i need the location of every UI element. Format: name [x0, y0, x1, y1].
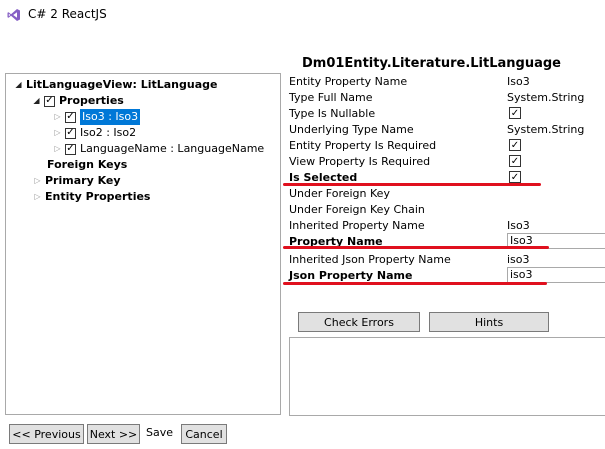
label-inherited-json-property-name: Inherited Json Property Name	[289, 253, 451, 266]
label-under-foreign-key-chain: Under Foreign Key Chain	[289, 203, 425, 216]
label-view-property-required: View Property Is Required	[289, 155, 431, 168]
label-entity-property-name: Entity Property Name	[289, 75, 408, 88]
label-under-foreign-key: Under Foreign Key	[289, 187, 390, 200]
tree-node-properties-label: Properties	[59, 94, 124, 107]
visual-studio-icon	[7, 8, 21, 22]
next-button[interactable]: Next >>	[87, 424, 140, 444]
tree-node-primary-key-label: Primary Key	[45, 174, 121, 187]
output-textarea[interactable]	[289, 337, 605, 416]
tree-item-label: Iso3 : Iso3	[80, 109, 141, 125]
triangle-down-icon[interactable]: ◢	[32, 93, 41, 109]
checkbox-iso3[interactable]: ✓	[65, 111, 76, 123]
tree-root-label: LitLanguageView: LitLanguage	[26, 78, 218, 91]
value-type-full-name: System.String	[507, 91, 585, 104]
triangle-right-icon[interactable]: ▷	[33, 189, 42, 205]
checkbox-entity-property-required[interactable]: ✓	[509, 139, 521, 151]
checkbox-properties[interactable]: ✓	[44, 95, 55, 107]
hints-button[interactable]: Hints	[429, 312, 549, 332]
value-underlying-type-name: System.String	[507, 123, 585, 136]
label-underlying-type-name: Underlying Type Name	[289, 123, 414, 136]
checkbox-type-is-nullable[interactable]: ✓	[509, 107, 521, 119]
tree-node-entity-properties[interactable]: ▷ Entity Properties	[33, 189, 150, 205]
checkbox-languagename[interactable]: ✓	[65, 143, 76, 155]
label-type-full-name: Type Full Name	[289, 91, 373, 104]
value-entity-property-name: Iso3	[507, 75, 530, 88]
tree-item-languagename[interactable]: ▷ ✓ LanguageName : LanguageName	[53, 141, 264, 157]
tree-node-foreign-keys-label: Foreign Keys	[47, 158, 128, 171]
label-inherited-property-name: Inherited Property Name	[289, 219, 425, 232]
tree-node-foreign-keys[interactable]: Foreign Keys	[47, 157, 127, 173]
tree-item-label: Iso2 : Iso2	[80, 126, 137, 139]
entity-tree-panel[interactable]: ◢ LitLanguageView: LitLanguage ◢ ✓ Prope…	[5, 73, 281, 415]
tree-item-iso3[interactable]: ▷ ✓ Iso3 : Iso3	[53, 109, 141, 125]
cancel-button[interactable]: Cancel	[181, 424, 227, 444]
triangle-right-icon[interactable]: ▷	[53, 141, 62, 157]
checkbox-view-property-required[interactable]: ✓	[509, 155, 521, 167]
tree-node-entity-properties-label: Entity Properties	[45, 190, 151, 203]
tree-item-iso2[interactable]: ▷ ✓ Iso2 : Iso2	[53, 125, 136, 141]
label-entity-property-required: Entity Property Is Required	[289, 139, 437, 152]
tree-node-properties[interactable]: ◢ ✓ Properties	[32, 93, 124, 109]
tree-item-label: LanguageName : LanguageName	[80, 142, 265, 155]
triangle-right-icon[interactable]: ▷	[33, 173, 42, 189]
entity-title: Dm01Entity.Literature.LitLanguage	[302, 56, 561, 71]
triangle-down-icon[interactable]: ◢	[14, 77, 23, 93]
previous-button[interactable]: << Previous	[9, 424, 84, 444]
value-inherited-json-property-name: iso3	[507, 253, 530, 266]
value-inherited-property-name: Iso3	[507, 219, 530, 232]
save-button[interactable]: Save	[146, 426, 173, 439]
checkbox-iso2[interactable]: ✓	[65, 127, 76, 139]
label-type-is-nullable: Type Is Nullable	[289, 107, 376, 120]
title-bar: C# 2 ReactJS	[0, 0, 605, 30]
window-title: C# 2 ReactJS	[28, 7, 107, 21]
annotation-underline	[283, 246, 549, 249]
triangle-right-icon[interactable]: ▷	[53, 109, 62, 125]
triangle-right-icon[interactable]: ▷	[53, 125, 62, 141]
annotation-underline	[283, 282, 547, 285]
json-property-name-input[interactable]: iso3	[507, 267, 605, 283]
tree-root[interactable]: ◢ LitLanguageView: LitLanguage	[14, 77, 217, 93]
annotation-underline	[283, 183, 541, 186]
label-json-property-name: Json Property Name	[289, 269, 413, 282]
checkbox-is-selected[interactable]: ✓	[509, 171, 521, 183]
check-errors-button[interactable]: Check Errors	[298, 312, 420, 332]
tree-node-primary-key[interactable]: ▷ Primary Key	[33, 173, 121, 189]
